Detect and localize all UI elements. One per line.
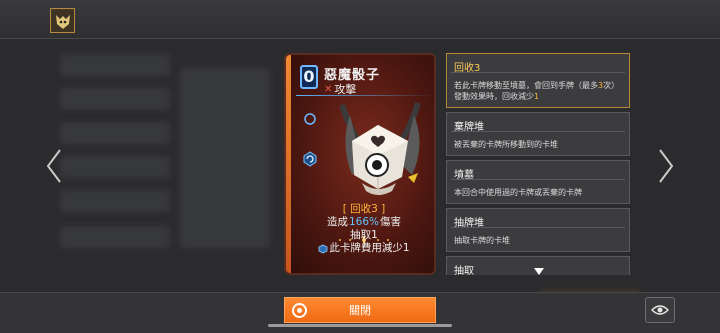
eye-icon [651,305,669,315]
desc-text: 發動效果時，回收減少 [454,92,534,101]
damage-suffix: 傷害 [380,216,402,228]
desc-text: 次） [603,81,620,90]
info-desc: 抽取卡牌的卡堆 [454,236,510,245]
blurred-row [60,88,170,110]
card-draw-line: 抽取1 [350,229,378,241]
info-divider [451,131,625,132]
card-effect-line: 造成 166% 傷害 [294,216,434,229]
recycle-icon [303,151,317,167]
blurred-row [60,156,170,178]
sword-icon: ✕ [324,83,333,95]
demon-dice-art [339,102,421,195]
card-side-stripe [286,55,291,273]
info-divider [451,227,625,228]
blurred-panel [180,68,270,248]
info-divider [451,72,625,73]
keyword-info-list[interactable]: 回收3 若此卡牌移動至墳墓，會回到手牌（最多3次） 發動效果時，回收減少1 棄牌… [446,53,630,275]
home-indicator [268,324,452,327]
cost-badge: 0 [300,65,318,89]
card-cost-line: 此卡牌費用減少1 [294,242,434,255]
card-header-line [296,95,434,96]
close-button-label: 關閉 [349,304,371,317]
card: 0 惡魔骰子 ✕ 攻擊 [ 回收3 ] 造成 166% 傷害 抽取1 此卡牌費用減少… [284,53,436,275]
blurred-row [60,122,170,144]
info-desc: 若此卡牌移動至墳墓，會回到手牌（最多3次） 發動效果時，回收減少1 [454,80,622,102]
blurred-row [60,226,170,248]
top-bar [0,0,720,38]
info-desc: 本回合中使用過的卡牌或丟棄的卡牌 [454,188,582,197]
right-arrow-icon[interactable] [654,146,678,186]
info-desc: 被丟棄的卡牌所移動到的卡堆 [454,140,558,149]
blurred-row [60,190,170,212]
damage-prefix: 造成 [326,216,348,228]
cost-reduction-text: 此卡牌費用減少1 [329,242,410,254]
desc-number: 1 [534,92,540,101]
circle-icon [292,303,307,318]
info-item-recycle: 回收3 若此卡牌移動至墳墓，會回到手牌（最多3次） 發動效果時，回收減少1 [446,53,630,108]
card-effect-text: [ 回收3 ] 造成 166% 傷害 抽取1 此卡牌費用減少1 [294,203,434,255]
info-item-discard-pile: 棄牌堆 被丟棄的卡牌所移動到的卡堆 [446,112,630,156]
top-divider [0,38,720,39]
eye-button[interactable] [645,297,675,323]
info-item-grave: 墳墓 本回合中使用過的卡牌或丟棄的卡牌 [446,160,630,204]
recycle-icon [319,244,328,253]
info-divider [451,179,625,180]
blurred-row [60,54,170,76]
down-caret-icon[interactable] [534,268,544,275]
card-keyword: [ 回收3 ] [342,203,386,215]
recycle-icon [304,113,316,125]
damage-value: 166% [348,216,380,228]
left-arrow-icon[interactable] [42,146,66,186]
desc-text: 若此卡牌移動至墳墓，會回到手牌（最多 [454,81,598,90]
avatar-icon[interactable] [50,8,75,33]
info-item-draw-pile: 抽牌堆 抽取卡牌的卡堆 [446,208,630,252]
close-button[interactable]: 關閉 [284,297,436,323]
